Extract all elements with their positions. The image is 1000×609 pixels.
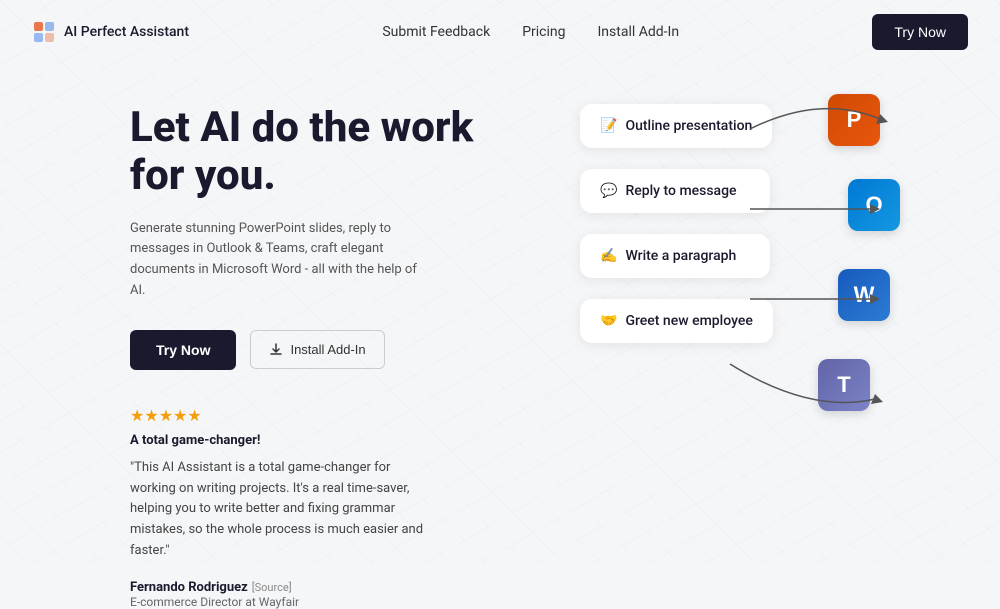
headline-line2: for you.: [130, 151, 276, 200]
navbar: AI Perfect Assistant Submit Feedback Pri…: [0, 0, 1000, 64]
greet-emoji: 🤝: [600, 313, 617, 329]
install-button-label: Install Add-In: [290, 342, 365, 357]
reviewer-job: E-commerce Director at Wayfair: [130, 595, 550, 609]
outline-label: Outline presentation: [625, 118, 752, 134]
review-text: "This AI Assistant is a total game-chang…: [130, 458, 430, 562]
reviewer-source: [Source]: [252, 581, 292, 594]
cta-button-group: Try Now Install Add-In: [130, 330, 550, 370]
outline-emoji: 📝: [600, 118, 617, 134]
nav-submit-feedback[interactable]: Submit Feedback: [382, 24, 490, 40]
reply-label: Reply to message: [625, 183, 736, 199]
hero-right: 📝 Outline presentation 💬 Reply to messag…: [570, 84, 940, 544]
reply-emoji: 💬: [600, 183, 617, 199]
nav-pricing[interactable]: Pricing: [522, 24, 565, 40]
arrow-greet-to-teams: [720, 334, 900, 424]
hero-left: Let AI do the work for you. Generate stu…: [130, 84, 550, 609]
logo-icon: [32, 20, 56, 44]
nav-links: Submit Feedback Pricing Install Add-In: [382, 24, 679, 40]
headline-line1: Let AI do the work: [130, 103, 473, 152]
reviewer-name: Fernando Rodriguez: [130, 580, 248, 595]
arrow-reply-to-outlook: [740, 179, 895, 239]
hero-try-now-button[interactable]: Try Now: [130, 330, 236, 370]
hero-headline: Let AI do the work for you.: [130, 104, 550, 201]
logo-text: AI Perfect Assistant: [64, 24, 189, 40]
nav-try-now-button[interactable]: Try Now: [872, 14, 968, 50]
write-emoji: ✍️: [600, 248, 617, 264]
review-title: A total game-changer!: [130, 433, 550, 448]
review-stars: ★★★★★: [130, 406, 550, 425]
write-label: Write a paragraph: [625, 248, 736, 264]
hero-subtext: Generate stunning PowerPoint slides, rep…: [130, 219, 420, 302]
main-content: Let AI do the work for you. Generate stu…: [0, 84, 1000, 609]
arrow-write-to-word: [740, 269, 895, 329]
hero-install-button[interactable]: Install Add-In: [250, 330, 384, 369]
arrow-outline-to-ppt: [740, 84, 900, 164]
greet-label: Greet new employee: [625, 313, 752, 329]
nav-install-add-in[interactable]: Install Add-In: [598, 24, 680, 40]
download-icon: [269, 343, 283, 357]
logo[interactable]: AI Perfect Assistant: [32, 20, 189, 44]
